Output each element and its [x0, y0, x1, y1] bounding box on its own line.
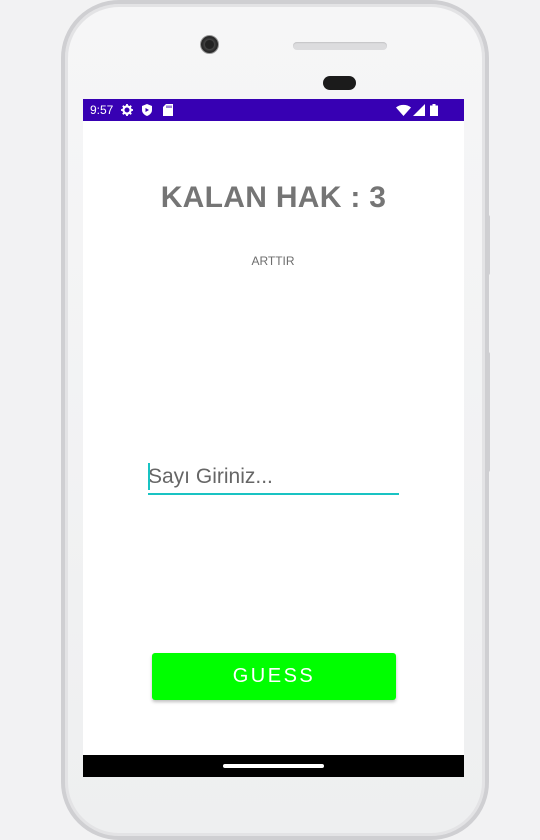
app-screen: 9:57 KALAN HAK: 3 ARTTIR Sayı Giriniz..… [83, 99, 464, 777]
sd-card-icon [163, 104, 173, 116]
status-bar: 9:57 [83, 99, 464, 121]
home-gesture-pill[interactable] [223, 764, 324, 768]
earpiece-speaker [293, 42, 387, 50]
proximity-sensor [323, 76, 356, 90]
shield-icon [142, 104, 152, 116]
volume-button [486, 352, 490, 472]
guess-number-input[interactable] [148, 461, 399, 493]
remaining-attempts-title: KALAN HAK : 3 [160, 181, 387, 214]
arttir-button[interactable]: ARTTIR [233, 247, 313, 275]
battery-icon [430, 104, 438, 116]
front-camera [200, 35, 219, 54]
signal-icon [413, 104, 425, 116]
status-time: 9:57 [90, 103, 114, 117]
gear-icon [121, 104, 133, 116]
power-button [486, 215, 490, 275]
wifi-icon [396, 104, 411, 116]
guess-button[interactable]: GUESS [152, 653, 396, 700]
navigation-bar [83, 755, 464, 777]
guess-input-container [148, 461, 399, 495]
text-caret [148, 463, 150, 490]
